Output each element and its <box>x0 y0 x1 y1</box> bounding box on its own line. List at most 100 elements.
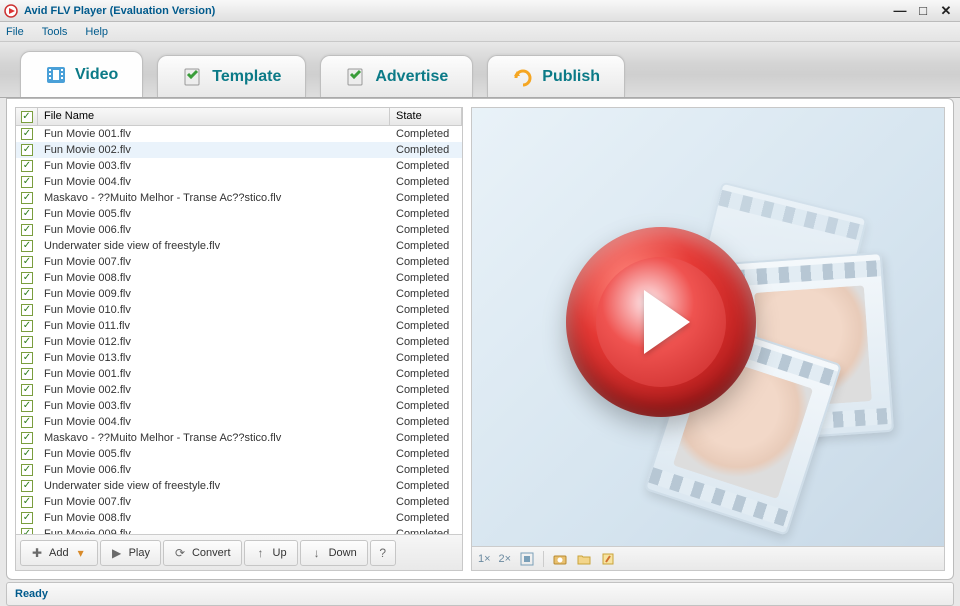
row-checkbox[interactable] <box>16 160 38 172</box>
menu-file[interactable]: File <box>6 26 24 38</box>
tab-video-label: Video <box>75 66 118 84</box>
table-row[interactable]: Fun Movie 008.flvCompleted <box>16 510 462 526</box>
preview-play-button[interactable] <box>566 227 756 417</box>
up-button[interactable]: ↑ Up <box>244 540 298 566</box>
row-checkbox[interactable] <box>16 224 38 236</box>
header-check-all[interactable] <box>16 108 38 125</box>
row-state: Completed <box>390 224 462 236</box>
table-row[interactable]: Fun Movie 011.flvCompleted <box>16 318 462 334</box>
row-checkbox[interactable] <box>16 304 38 316</box>
row-checkbox[interactable] <box>16 368 38 380</box>
row-checkbox[interactable] <box>16 480 38 492</box>
table-row[interactable]: Fun Movie 010.flvCompleted <box>16 302 462 318</box>
convert-button[interactable]: ⟳ Convert <box>163 540 242 566</box>
row-checkbox[interactable] <box>16 464 38 476</box>
row-checkbox[interactable] <box>16 288 38 300</box>
preview-area[interactable] <box>472 108 944 546</box>
play-button[interactable]: ▶ Play <box>100 540 161 566</box>
table-row[interactable]: Fun Movie 004.flvCompleted <box>16 414 462 430</box>
tab-publish[interactable]: Publish <box>487 55 625 97</box>
settings-icon[interactable] <box>600 551 616 567</box>
row-checkbox[interactable] <box>16 320 38 332</box>
fit-icon[interactable] <box>519 551 535 567</box>
row-state: Completed <box>390 192 462 204</box>
window-controls: — □ ✕ <box>890 3 956 19</box>
table-row[interactable]: Fun Movie 001.flvCompleted <box>16 126 462 142</box>
tab-advertise[interactable]: Advertise <box>320 55 473 97</box>
row-filename: Fun Movie 001.flv <box>38 128 390 140</box>
table-body[interactable]: Fun Movie 001.flvCompletedFun Movie 002.… <box>16 126 462 534</box>
row-checkbox[interactable] <box>16 336 38 348</box>
row-checkbox[interactable] <box>16 352 38 364</box>
table-row[interactable]: Fun Movie 003.flvCompleted <box>16 398 462 414</box>
table-row[interactable]: Maskavo - ??Muito Melhor - Transe Ac??st… <box>16 430 462 446</box>
menu-tools[interactable]: Tools <box>42 26 68 38</box>
row-checkbox[interactable] <box>16 432 38 444</box>
table-row[interactable]: Fun Movie 006.flvCompleted <box>16 222 462 238</box>
row-checkbox[interactable] <box>16 176 38 188</box>
maximize-button[interactable]: □ <box>913 3 933 19</box>
zoom-1x-button[interactable]: 1× <box>478 553 491 565</box>
row-checkbox[interactable] <box>16 416 38 428</box>
play-label: Play <box>129 547 150 559</box>
tab-template[interactable]: Template <box>157 55 306 97</box>
header-filename[interactable]: File Name <box>38 108 390 125</box>
table-row[interactable]: Fun Movie 005.flvCompleted <box>16 206 462 222</box>
row-filename: Fun Movie 012.flv <box>38 336 390 348</box>
table-row[interactable]: Fun Movie 013.flvCompleted <box>16 350 462 366</box>
down-button[interactable]: ↓ Down <box>300 540 368 566</box>
folder-icon[interactable] <box>576 551 592 567</box>
table-row[interactable]: Fun Movie 005.flvCompleted <box>16 446 462 462</box>
film-icon <box>45 64 67 86</box>
tab-video[interactable]: Video <box>20 51 143 97</box>
row-filename: Underwater side view of freestyle.flv <box>38 240 390 252</box>
table-row[interactable]: Underwater side view of freestyle.flvCom… <box>16 238 462 254</box>
row-checkbox[interactable] <box>16 240 38 252</box>
header-state[interactable]: State <box>390 108 462 125</box>
menu-help[interactable]: Help <box>85 26 108 38</box>
table-row[interactable]: Fun Movie 001.flvCompleted <box>16 366 462 382</box>
table-row[interactable]: Fun Movie 002.flvCompleted <box>16 382 462 398</box>
add-button[interactable]: ✚ Add ▾ <box>20 540 98 566</box>
table-row[interactable]: Fun Movie 006.flvCompleted <box>16 462 462 478</box>
table-row[interactable]: Fun Movie 009.flvCompleted <box>16 286 462 302</box>
table-row[interactable]: Fun Movie 003.flvCompleted <box>16 158 462 174</box>
row-state: Completed <box>390 208 462 220</box>
table-row[interactable]: Fun Movie 007.flvCompleted <box>16 254 462 270</box>
tab-advertise-label: Advertise <box>375 68 448 86</box>
zoom-2x-button[interactable]: 2× <box>499 553 512 565</box>
snapshot-icon[interactable] <box>552 551 568 567</box>
table-row[interactable]: Fun Movie 004.flvCompleted <box>16 174 462 190</box>
row-checkbox[interactable] <box>16 496 38 508</box>
row-checkbox[interactable] <box>16 128 38 140</box>
row-filename: Fun Movie 008.flv <box>38 512 390 524</box>
minimize-button[interactable]: — <box>890 3 910 19</box>
table-row[interactable]: Fun Movie 007.flvCompleted <box>16 494 462 510</box>
more-icon: ? <box>377 547 389 559</box>
row-checkbox[interactable] <box>16 272 38 284</box>
row-checkbox[interactable] <box>16 208 38 220</box>
preview-graphic <box>538 167 878 487</box>
row-checkbox[interactable] <box>16 192 38 204</box>
row-state: Completed <box>390 320 462 332</box>
table-row[interactable]: Fun Movie 002.flvCompleted <box>16 142 462 158</box>
arrow-up-icon: ↑ <box>255 547 267 559</box>
row-checkbox[interactable] <box>16 384 38 396</box>
table-row[interactable]: Fun Movie 012.flvCompleted <box>16 334 462 350</box>
row-filename: Fun Movie 005.flv <box>38 448 390 460</box>
row-checkbox[interactable] <box>16 400 38 412</box>
row-state: Completed <box>390 400 462 412</box>
table-row[interactable]: Fun Movie 009.flvCompleted <box>16 526 462 534</box>
row-checkbox[interactable] <box>16 256 38 268</box>
table-row[interactable]: Underwater side view of freestyle.flvCom… <box>16 478 462 494</box>
row-filename: Fun Movie 003.flv <box>38 160 390 172</box>
titlebar: Avid FLV Player (Evaluation Version) — □… <box>0 0 960 22</box>
table-row[interactable]: Fun Movie 008.flvCompleted <box>16 270 462 286</box>
row-checkbox[interactable] <box>16 512 38 524</box>
more-button[interactable]: ? <box>370 540 396 566</box>
row-checkbox[interactable] <box>16 144 38 156</box>
row-state: Completed <box>390 240 462 252</box>
table-row[interactable]: Maskavo - ??Muito Melhor - Transe Ac??st… <box>16 190 462 206</box>
close-button[interactable]: ✕ <box>936 3 956 19</box>
row-checkbox[interactable] <box>16 448 38 460</box>
